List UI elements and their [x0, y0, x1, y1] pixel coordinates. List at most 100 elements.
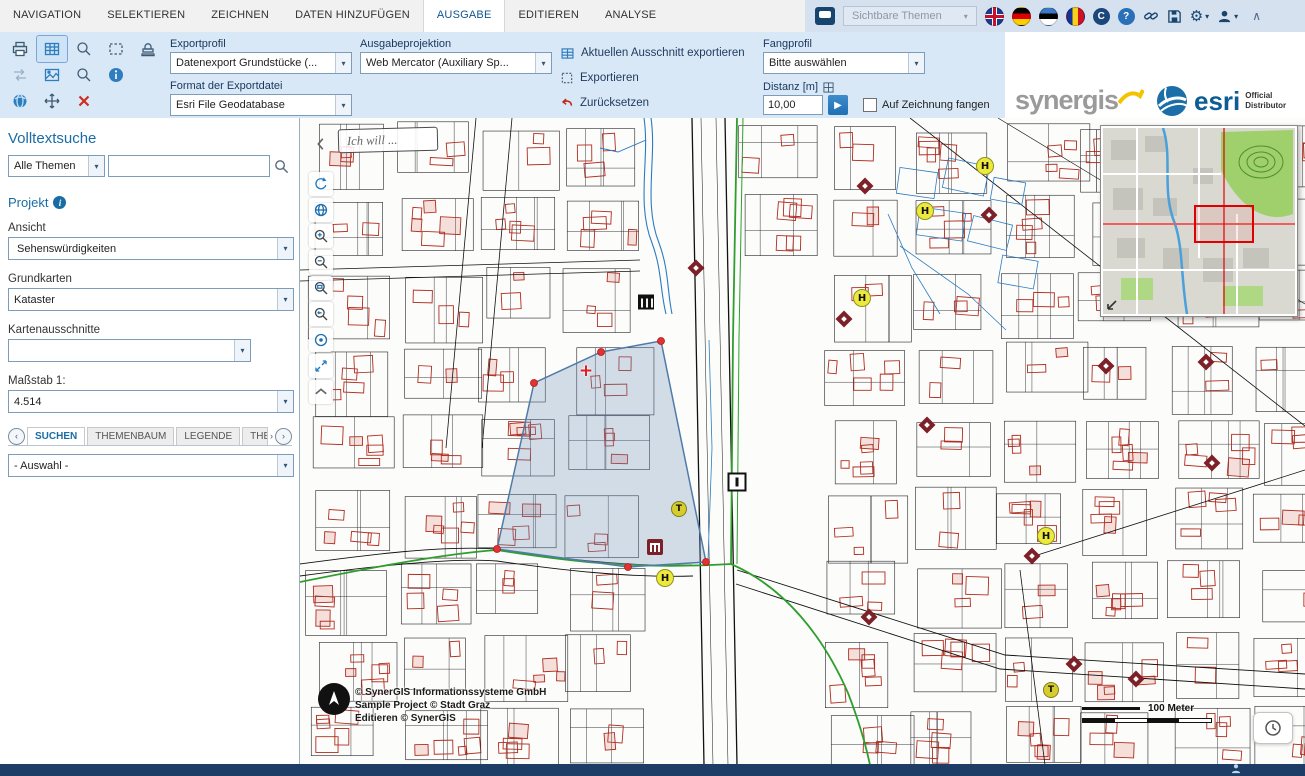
- close-tool-button[interactable]: [69, 88, 99, 114]
- menu-tab-selektieren[interactable]: SELEKTIEREN: [94, 0, 198, 32]
- menu-tab-editieren[interactable]: EDITIEREN: [505, 0, 591, 32]
- refresh-map-button[interactable]: [309, 172, 333, 196]
- kartenausschnitte-label: Kartenausschnitte: [8, 324, 291, 336]
- distanz-input[interactable]: [763, 95, 823, 115]
- share-button[interactable]: [5, 62, 35, 88]
- globe-3d-button[interactable]: [5, 88, 35, 114]
- auswahl-select[interactable]: - Auswahl - ▾: [8, 454, 294, 477]
- full-extent-button[interactable]: [309, 354, 333, 378]
- map-marker-h[interactable]: H: [976, 157, 994, 175]
- brand-circle-icon[interactable]: C: [1093, 8, 1110, 25]
- menu-tab-zeichnen[interactable]: ZEICHNEN: [198, 0, 282, 32]
- settings-button[interactable]: ⚙ ▾: [1190, 7, 1209, 25]
- language-flag-estonian-icon[interactable]: [1039, 7, 1058, 26]
- globe-overview-button[interactable]: [309, 198, 333, 222]
- menu-tab-analyse[interactable]: ANALYSE: [592, 0, 669, 32]
- exportprofil-select[interactable]: Datenexport Grundstücke (... ▾: [170, 52, 352, 74]
- help-icon[interactable]: ?: [1118, 8, 1135, 25]
- stamp-icon: [139, 40, 157, 58]
- esri-globe-icon: [1155, 84, 1189, 118]
- map-marker-t[interactable]: T: [1043, 682, 1059, 698]
- reset-button[interactable]: Zurücksetzen: [560, 92, 760, 114]
- kartenausschnitte-select[interactable]: ▾: [8, 339, 251, 362]
- map-image-button[interactable]: [37, 62, 67, 88]
- visible-themes-label: Sichtbare Themen: [852, 10, 942, 22]
- chat-icon[interactable]: [815, 7, 835, 25]
- panel-collapse-button[interactable]: [309, 132, 333, 156]
- search-input[interactable]: [108, 155, 270, 177]
- projektion-group: Ausgabeprojektion Web Mercator (Auxiliar…: [360, 32, 550, 118]
- map-marker-g[interactable]: [728, 473, 747, 492]
- tab-suchen[interactable]: SUCHEN: [27, 427, 85, 445]
- projektion-select[interactable]: Web Mercator (Auxiliary Sp... ▾: [360, 52, 552, 74]
- export-button[interactable]: Exportieren: [560, 67, 760, 89]
- collapse-ribbon-button[interactable]: ∧: [1252, 9, 1261, 23]
- massstab-label: Maßstab 1:: [8, 375, 291, 387]
- language-flag-english-icon[interactable]: [985, 7, 1004, 26]
- overview-map[interactable]: [1100, 125, 1298, 317]
- history-button[interactable]: [1253, 712, 1293, 744]
- chevron-down-icon: ▾: [908, 53, 924, 73]
- fangprofil-select[interactable]: Bitte auswählen ▾: [763, 52, 925, 74]
- table-grid-icon: [560, 46, 575, 61]
- refresh-icon: [313, 176, 329, 192]
- visible-themes-dropdown[interactable]: Sichtbare Themen ▾: [843, 6, 977, 26]
- stamp-button[interactable]: [133, 36, 163, 62]
- tab-themen[interactable]: THEM: [242, 427, 268, 445]
- zoom-in-button[interactable]: [309, 224, 333, 248]
- link-button[interactable]: [1143, 8, 1159, 24]
- map-marker-t[interactable]: T: [671, 501, 687, 517]
- save-button[interactable]: [1167, 9, 1182, 24]
- language-flag-german-icon[interactable]: [1012, 7, 1031, 26]
- scale-label: 100 Meter: [1148, 703, 1194, 714]
- grundkarten-select[interactable]: Kataster ▾: [8, 288, 294, 311]
- export-table-button[interactable]: [37, 36, 67, 62]
- menu-tab-ausgabe[interactable]: AUSGABE: [423, 0, 506, 32]
- ansicht-select[interactable]: Sehenswürdigkeiten ▾: [8, 237, 294, 260]
- massstab-select[interactable]: 4.514 ▾: [8, 390, 294, 413]
- print-button[interactable]: [5, 36, 35, 62]
- snap-checkbox-row[interactable]: Auf Zeichnung fangen: [863, 98, 990, 112]
- map-marker-md[interactable]: [647, 539, 663, 555]
- tab-overflow-icon[interactable]: ›: [270, 431, 273, 441]
- map-marker-h[interactable]: H: [656, 569, 674, 587]
- map-marker-h[interactable]: H: [1037, 527, 1055, 545]
- toolbar-icon-grid: [4, 36, 166, 114]
- map-marker-m[interactable]: [638, 295, 654, 310]
- menu-tab-navigation[interactable]: NAVIGATION: [0, 0, 94, 32]
- tab-scroll-left-button[interactable]: ‹: [8, 428, 25, 445]
- ich-will-input[interactable]: [345, 130, 431, 149]
- tab-legende[interactable]: LEGENDE: [176, 427, 240, 445]
- search-theme-select[interactable]: Alle Themen ▾: [8, 155, 105, 177]
- gear-icon: ⚙: [1190, 7, 1203, 25]
- export-extent-button[interactable]: Aktuellen Ausschnitt exportieren: [560, 42, 760, 64]
- user-menu-button[interactable]: ▾: [1217, 9, 1238, 24]
- zoom-window-button[interactable]: [309, 276, 333, 300]
- pan-button[interactable]: [37, 88, 67, 114]
- format-select[interactable]: Esri File Geodatabase ▾: [170, 94, 352, 116]
- overview-expand-button[interactable]: [1105, 298, 1119, 312]
- center-map-button[interactable]: [309, 328, 333, 352]
- map-canvas[interactable]: H H H T H H T +: [300, 118, 1305, 764]
- menu-tab-daten-hinzufuegen[interactable]: DATEN HINZUFÜGEN: [282, 0, 423, 32]
- zoom-secondary-button[interactable]: [69, 62, 99, 88]
- info-button[interactable]: [101, 62, 131, 88]
- map-marker-c[interactable]: +: [579, 361, 593, 381]
- ich-will-box[interactable]: [338, 127, 439, 154]
- snap-checkbox[interactable]: [863, 98, 877, 112]
- zoom-out-button[interactable]: [309, 250, 333, 274]
- zoom-previous-button[interactable]: [309, 302, 333, 326]
- select-area-button[interactable]: [101, 36, 131, 62]
- map-marker-h[interactable]: H: [916, 202, 934, 220]
- fangprofil-label: Fangprofil: [763, 38, 1005, 50]
- map-marker-h[interactable]: H: [853, 289, 871, 307]
- apply-distance-button[interactable]: ▶: [828, 95, 848, 115]
- language-flag-romanian-icon[interactable]: [1066, 7, 1085, 26]
- info-icon[interactable]: i: [53, 196, 66, 209]
- collapse-tools-button[interactable]: [309, 380, 333, 404]
- tab-scroll-right-button[interactable]: ›: [275, 428, 292, 445]
- search-button[interactable]: [273, 158, 290, 175]
- zoom-button[interactable]: [69, 36, 99, 62]
- user-status-icon[interactable]: [1230, 763, 1242, 776]
- tab-themenbaum[interactable]: THEMENBAUM: [87, 427, 174, 445]
